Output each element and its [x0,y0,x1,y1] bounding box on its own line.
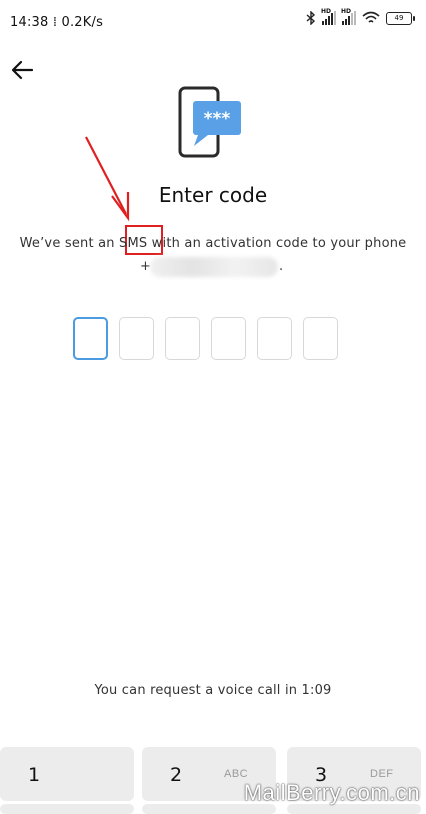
phone-sms-illustration: *** [178,86,241,158]
key-2-number: 2 [170,764,183,786]
redacted-phone-number [150,257,278,277]
bluetooth-icon [306,11,316,25]
battery-level: 49 [394,13,404,22]
arrow-left-icon [11,60,34,80]
network-speed: 0.2K/s [61,15,104,30]
code-digit-2[interactable] [119,317,154,360]
key-row-2-partial[interactable] [0,804,134,814]
code-digit-6[interactable] [303,317,338,360]
watermark: MailBerry.com.cn [243,780,420,805]
annotation-arrow-icon [85,136,130,222]
key-1-number: 1 [28,764,41,786]
code-digit-1[interactable] [73,317,108,360]
code-digit-5[interactable] [257,317,292,360]
status-icons: HD HD 49 [306,8,415,25]
code-digit-3[interactable] [165,317,200,360]
svg-text:***: *** [204,109,231,129]
phone-suffix: . [279,259,284,274]
signal-icon-2: HD [341,8,356,25]
signal-icon-1: HD [321,8,336,25]
key-3-letters: DEF [370,768,394,780]
wifi-icon [362,11,380,23]
code-digit-4[interactable] [211,317,246,360]
key-2-letters: ABC [224,768,249,780]
status-bar: 14:38 ⁞ 0.2K/s HD HD 49 [0,0,426,46]
battery-icon: 49 [386,11,415,25]
page-title: Enter code [158,183,268,207]
code-input-row [73,317,338,360]
voice-call-timer: You can request a voice call in 1:09 [94,683,332,698]
instruction-text: We’ve sent an SMS with an activation cod… [19,236,407,251]
key-1[interactable]: 1 [0,747,134,801]
back-button[interactable] [8,56,38,86]
status-time-speed: 14:38 ⁞ 0.2K/s [10,15,104,30]
status-time: 14:38 [10,15,49,30]
